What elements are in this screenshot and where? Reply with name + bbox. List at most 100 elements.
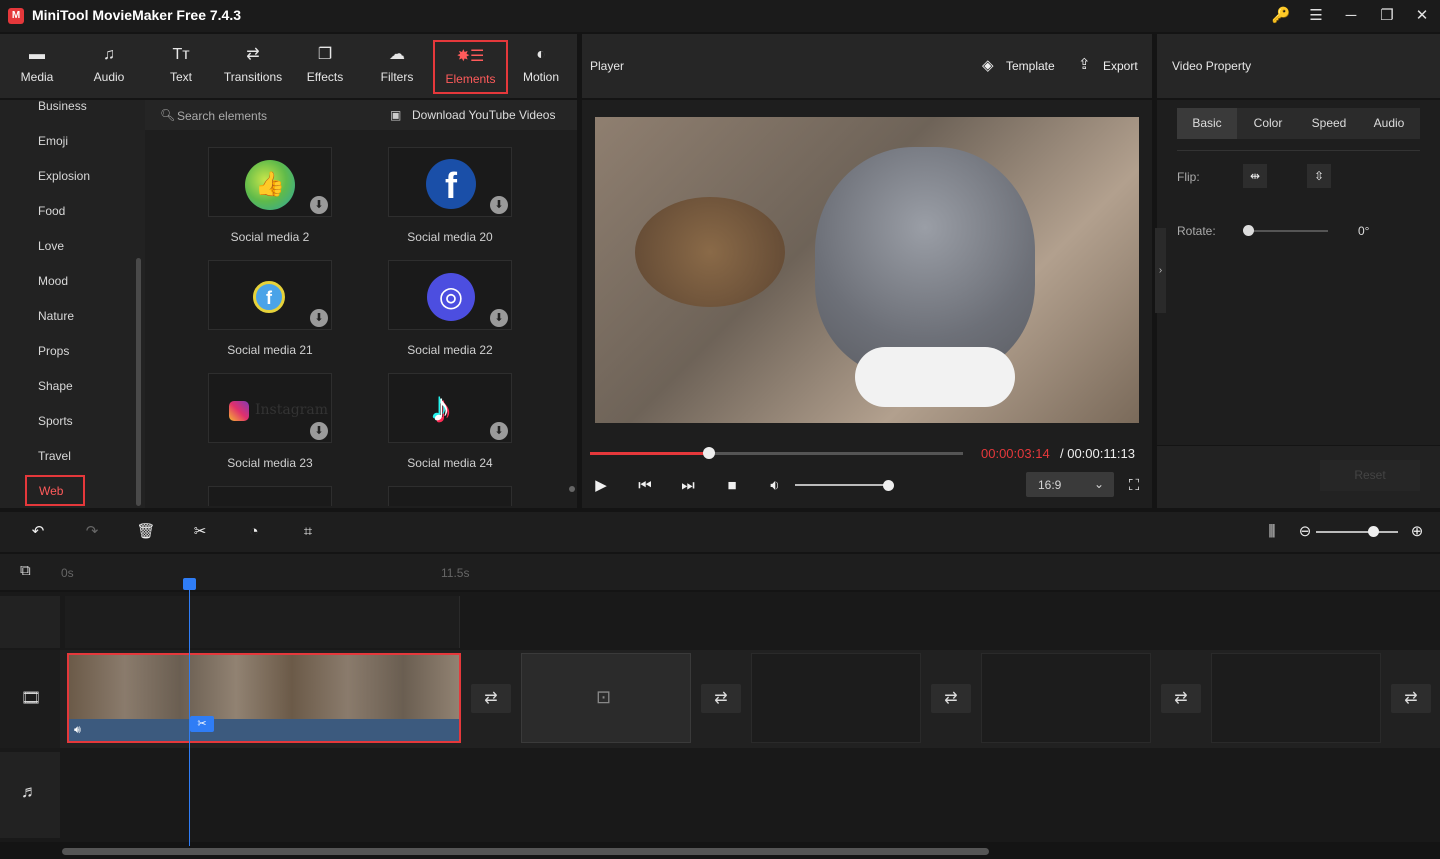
category-shape[interactable]: Shape <box>38 379 73 393</box>
category-love[interactable]: Love <box>38 239 64 253</box>
timeline-scrollbar[interactable] <box>62 848 989 855</box>
transition-slot-icon[interactable]: ⇄ <box>931 684 971 713</box>
close-icon[interactable]: ✕ <box>1411 6 1433 26</box>
crop-icon[interactable]: ⌗ <box>297 522 319 542</box>
undo-icon[interactable]: ↶ <box>27 522 49 542</box>
motion-icon: ◐ <box>536 46 546 63</box>
category-nature[interactable]: Nature <box>38 309 74 323</box>
reset-button[interactable]: Reset <box>1320 460 1420 491</box>
tab-basic[interactable]: Basic <box>1177 108 1237 139</box>
element-thumb[interactable]: ♪ ⬇ <box>388 373 512 443</box>
category-travel[interactable]: Travel <box>38 449 71 463</box>
add-track-icon[interactable]: ⧉ <box>20 562 31 579</box>
collapse-panel-button[interactable]: › <box>1155 228 1166 313</box>
category-emoji[interactable]: Emoji <box>38 134 68 148</box>
progress-handle[interactable] <box>703 447 715 459</box>
element-thumb[interactable]: ◎ ⬇ <box>388 260 512 330</box>
transition-slot-icon[interactable]: ⇄ <box>1391 684 1431 713</box>
download-youtube-link[interactable]: Download YouTube Videos <box>412 108 555 122</box>
playhead[interactable] <box>189 578 190 846</box>
category-props[interactable]: Props <box>38 344 69 358</box>
play-icon[interactable]: ▶ <box>591 476 611 496</box>
tab-speed[interactable]: Speed <box>1299 108 1359 139</box>
element-thumb[interactable]: 👍 ⬇ <box>208 147 332 217</box>
redo-icon[interactable]: ↷ <box>81 522 103 542</box>
zoom-in-icon[interactable]: ⊕ <box>1406 522 1428 542</box>
tab-label: Audio <box>93 70 125 84</box>
element-label: Social media 23 <box>227 456 313 470</box>
speed-icon[interactable]: ◔ <box>243 522 265 542</box>
category-sports[interactable]: Sports <box>38 414 73 428</box>
empty-slot[interactable] <box>981 653 1151 743</box>
timeline-ruler <box>0 554 1440 590</box>
tab-filters[interactable]: ☁ Filters <box>362 34 432 98</box>
download-icon[interactable]: ⬇ <box>310 196 328 214</box>
menu-icon[interactable]: ☰ <box>1305 6 1327 26</box>
category-mood[interactable]: Mood <box>38 274 68 288</box>
category-explosion[interactable]: Explosion <box>38 169 90 183</box>
grid-scroll-dot[interactable] <box>569 486 575 492</box>
split-icon[interactable]: ✂ <box>189 522 211 542</box>
empty-slot[interactable] <box>1211 653 1381 743</box>
tab-motion[interactable]: ◐ Motion <box>506 34 576 98</box>
element-thumb[interactable]: f ⬇ <box>388 147 512 217</box>
export-button[interactable]: Export <box>1103 59 1138 73</box>
element-thumb[interactable] <box>388 486 512 506</box>
zoom-out-icon[interactable]: ⊖ <box>1294 522 1316 542</box>
category-business[interactable]: Business <box>38 99 87 113</box>
tab-audio[interactable]: ♫ Audio <box>74 34 144 98</box>
volume-slider[interactable] <box>795 484 890 486</box>
zoom-slider[interactable] <box>1316 531 1398 533</box>
import-icon: ⊡ <box>596 687 612 707</box>
volume-handle[interactable] <box>883 480 894 491</box>
key-icon[interactable]: 🔑 <box>1270 6 1292 26</box>
category-food[interactable]: Food <box>38 204 65 218</box>
property-body <box>1157 100 1440 445</box>
transition-slot-icon[interactable]: ⇄ <box>1161 684 1201 713</box>
download-icon[interactable]: ⬇ <box>310 309 328 327</box>
tab-text[interactable]: Tт Text <box>146 34 216 98</box>
zoom-handle[interactable] <box>1368 526 1379 537</box>
tab-color[interactable]: Color <box>1238 108 1298 139</box>
tab-transitions[interactable]: ⇄ Transitions <box>218 34 288 98</box>
flip-vertical-icon[interactable]: ⇳ <box>1307 164 1331 188</box>
previous-frame-icon[interactable]: ⏮ <box>635 476 655 496</box>
split-marker-icon[interactable]: ✂ <box>190 716 214 732</box>
rotate-handle[interactable] <box>1243 225 1254 236</box>
volume-icon[interactable]: 🔉︎ <box>765 476 785 496</box>
tab-media[interactable]: ▬ Media <box>2 34 72 98</box>
download-icon[interactable]: ⬇ <box>490 196 508 214</box>
tab-audio-prop[interactable]: Audio <box>1359 108 1419 139</box>
tab-label: Media <box>20 70 54 84</box>
download-icon[interactable]: ⬇ <box>490 309 508 327</box>
fullscreen-icon[interactable]: ⛶ <box>1124 476 1144 496</box>
tab-effects[interactable]: ❐ Effects <box>290 34 360 98</box>
element-thumb[interactable] <box>208 486 332 506</box>
video-clip[interactable]: 🔊︎ <box>67 653 461 743</box>
minimize-icon[interactable]: ─ <box>1340 6 1362 26</box>
download-icon[interactable]: ⬇ <box>310 422 328 440</box>
flip-horizontal-icon[interactable]: ⇹ <box>1243 164 1267 188</box>
element-thumb[interactable]: f ⬇ <box>208 260 332 330</box>
category-scrollbar[interactable] <box>136 258 141 506</box>
transition-slot-icon[interactable]: ⇄ <box>471 684 511 713</box>
element-thumb[interactable]: Instagram ⬇ <box>208 373 332 443</box>
tab-elements[interactable]: ✸☰ Elements <box>433 40 508 94</box>
empty-slot[interactable] <box>751 653 921 743</box>
category-web[interactable]: Web <box>25 475 85 506</box>
download-icon[interactable]: ⬇ <box>490 422 508 440</box>
overlay-track[interactable] <box>65 596 460 648</box>
rotate-slider[interactable] <box>1248 230 1328 232</box>
maximize-icon[interactable]: ❐ <box>1376 6 1398 26</box>
next-frame-icon[interactable]: ⏭ <box>678 476 698 496</box>
transition-slot-icon[interactable]: ⇄ <box>701 684 741 713</box>
clip-volume-icon[interactable]: 🔊︎ <box>74 724 81 737</box>
search-input[interactable]: Search elements <box>177 109 267 123</box>
template-button[interactable]: Template <box>1006 59 1055 73</box>
delete-icon[interactable]: 🗑︎ <box>135 522 157 542</box>
fit-timeline-icon[interactable]: ⫼ <box>1261 522 1283 542</box>
drop-slot[interactable]: ⊡ <box>521 653 691 743</box>
text-icon: Tт <box>172 46 190 63</box>
aspect-ratio-select[interactable]: 16:9 ⌄ <box>1026 472 1114 497</box>
stop-icon[interactable]: ■ <box>722 476 742 496</box>
